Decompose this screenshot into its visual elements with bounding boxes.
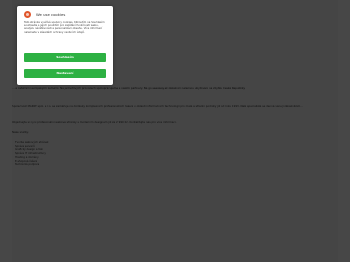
cookie-settings-button[interactable]: Nastavení	[24, 69, 106, 78]
cookie-dialog-text: Tato stránka využívá soubory cookies. Kl…	[24, 21, 105, 34]
accept-cookies-button[interactable]: Souhlasím	[24, 53, 106, 62]
cookie-icon	[24, 11, 31, 18]
cookie-dialog-title: We use cookies	[36, 12, 66, 17]
cookie-consent-dialog: We use cookies Tato stránka využívá soub…	[17, 6, 113, 85]
cookie-dialog-header: We use cookies	[24, 11, 65, 18]
